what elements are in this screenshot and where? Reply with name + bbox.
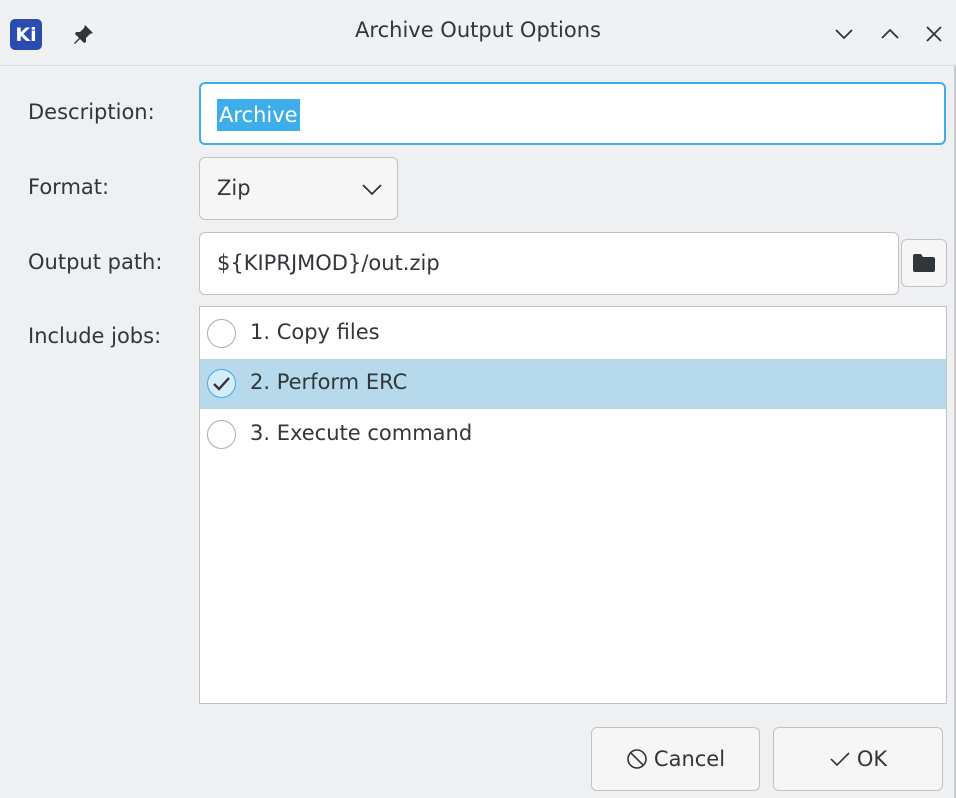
checkmark-icon [213,377,230,391]
cancel-button[interactable]: Cancel [591,727,760,791]
job-checkbox[interactable] [207,420,236,449]
chevron-up-icon [881,28,899,39]
cancel-icon [627,749,647,769]
include-jobs-label: Include jobs: [28,324,162,348]
job-item-copy-files[interactable]: 1. Copy files [200,309,946,359]
chevron-down-icon [362,184,382,196]
close-button[interactable] [920,20,948,48]
job-item-perform-erc[interactable]: 2. Perform ERC [200,359,946,409]
chevron-down-icon [835,29,853,40]
maximize-button[interactable] [876,20,904,48]
output-path-label: Output path: [28,250,163,274]
job-label: 2. Perform ERC [250,370,408,394]
jobs-list[interactable]: 1. Copy files 2. Perform ERC 3. Execute … [199,306,947,704]
window-title: Archive Output Options [355,18,601,42]
job-item-execute-command[interactable]: 3. Execute command [200,410,946,460]
folder-icon [913,254,935,272]
cancel-label: Cancel [653,747,726,771]
format-value: Zip [217,176,251,200]
job-label: 1. Copy files [250,320,380,344]
job-checkbox[interactable] [207,369,236,398]
close-icon [926,26,942,42]
output-path-input[interactable]: ${KIPRJMOD}/out.zip [199,232,899,295]
description-input[interactable]: Archive [199,82,946,145]
title-bar: Ki Archive Output Options [0,0,956,66]
job-checkbox[interactable] [207,319,236,348]
ok-button[interactable]: OK [773,727,943,791]
description-label: Description: [28,100,155,124]
ok-label: OK [856,747,888,771]
minimize-button[interactable] [830,20,858,48]
description-value[interactable]: Archive [217,99,300,131]
format-label: Format: [28,175,110,199]
archive-output-options-dialog: Ki Archive Output Options Description: A… [0,0,956,798]
output-path-value: ${KIPRJMOD}/out.zip [217,251,440,275]
format-dropdown[interactable]: Zip [199,157,398,220]
job-label: 3. Execute command [250,421,473,445]
browse-folder-button[interactable] [901,239,947,287]
checkmark-icon [830,752,850,767]
